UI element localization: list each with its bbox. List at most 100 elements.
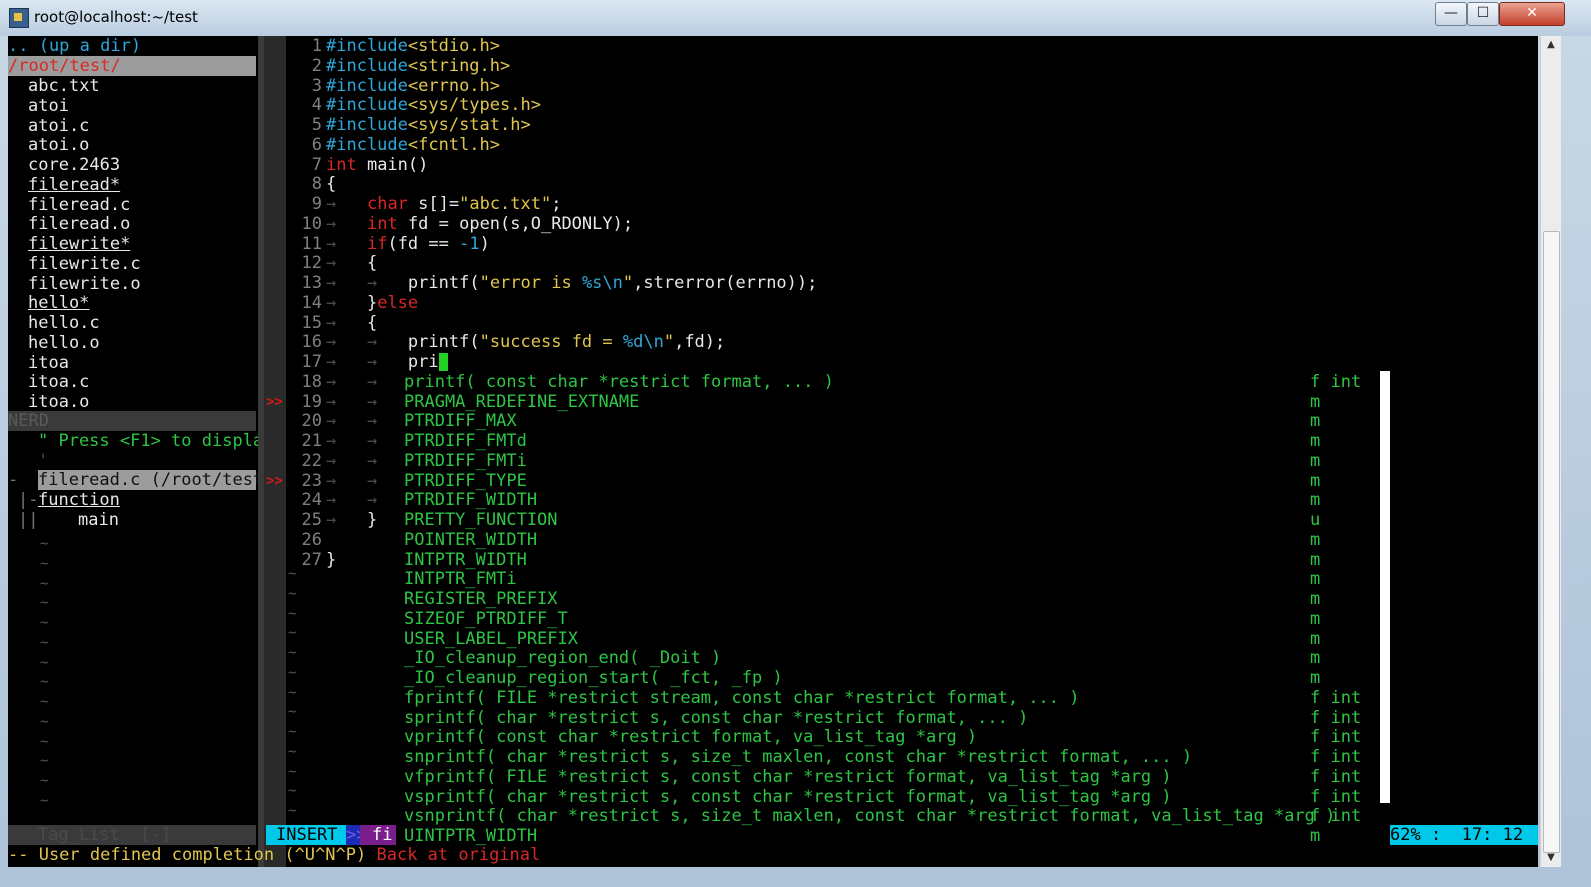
code-line[interactable]: → → printf("error is %s\n",strerror(errn… — [326, 273, 817, 293]
code-token: → — [366, 431, 378, 451]
code-line[interactable]: → { — [326, 253, 377, 273]
completion-item[interactable]: PTRDIFF_TYPE — [404, 471, 527, 491]
nerdtree-file-item[interactable]: itoa.c — [28, 372, 89, 392]
line-number: 23 — [301, 470, 322, 491]
completion-item[interactable]: printf( const char *restrict format, ...… — [404, 372, 834, 392]
code-line[interactable]: → → pri — [326, 352, 448, 372]
nerdtree-taglist-pane[interactable]: .. (up a dir) /root/test/ abc.txt atoi ato… — [8, 36, 258, 867]
maximize-button[interactable]: ☐ — [1467, 2, 1499, 26]
nerdtree-file-item[interactable]: abc.txt — [28, 76, 100, 96]
code-line[interactable]: → int fd = open(s,O_RDONLY); — [326, 214, 633, 234]
completion-item[interactable]: snprintf( char *restrict s, size_t maxle… — [404, 747, 1192, 767]
error-sign-icon[interactable]: >> — [266, 471, 286, 491]
nerdtree-file-item[interactable]: core.2463 — [28, 155, 120, 175]
completion-item[interactable]: PTRDIFF_WIDTH — [404, 490, 537, 510]
nerdtree-file-item[interactable]: filewrite.o — [28, 274, 141, 294]
minimize-button[interactable]: — — [1435, 2, 1467, 26]
taglist-tag-main[interactable]: main — [78, 510, 119, 530]
nerdtree-file-item[interactable]: hello.o — [28, 333, 100, 353]
nerdtree-file-item[interactable]: fileread.o — [28, 214, 130, 234]
code-line[interactable]: → if(fd == -1) — [326, 234, 490, 254]
nerdtree-file-item[interactable]: atoi.o — [28, 135, 89, 155]
close-button[interactable]: ✕ — [1499, 2, 1565, 26]
tilde-marker: ~ — [40, 634, 49, 651]
nerdtree-file-item[interactable]: itoa — [28, 353, 69, 373]
code-line[interactable]: → → — [326, 451, 377, 471]
tilde-marker: ~ — [40, 753, 49, 770]
nerdtree-up-dir[interactable]: .. (up a dir) — [8, 36, 141, 56]
nerdtree-file-item[interactable]: fileread.c — [28, 195, 130, 215]
completion-item[interactable]: USER_LABEL_PREFIX — [404, 629, 578, 649]
code-line[interactable]: → { — [326, 313, 377, 333]
code-line[interactable]: → } — [326, 510, 377, 530]
code-line[interactable]: #include<string.h> — [326, 56, 510, 76]
taglist-file[interactable]: fileread.c (/root/test — [38, 470, 258, 490]
completion-item[interactable]: INTPTR_WIDTH — [404, 550, 527, 570]
completion-item[interactable]: _IO_cleanup_region_start( _fct, _fp ) — [404, 668, 783, 688]
completion-item[interactable]: vsnprintf( char *restrict s, size_t maxl… — [404, 806, 1335, 826]
completion-item[interactable]: SIZEOF_PTRDIFF_T — [404, 609, 568, 629]
code-line[interactable]: → → — [326, 490, 377, 510]
line-number: 3 — [311, 75, 322, 96]
completion-kind: m — [1310, 450, 1321, 471]
window-scrollbar[interactable]: ▲ ▼ — [1540, 36, 1561, 867]
code-line[interactable]: → → printf("success fd = %d\n",fd); — [326, 332, 725, 352]
nerdtree-file-item[interactable]: hello.c — [28, 313, 100, 333]
code-line[interactable]: { — [326, 174, 336, 194]
scroll-thumb[interactable] — [1543, 231, 1560, 853]
code-line[interactable]: int main() — [326, 155, 428, 175]
code-line[interactable]: → → — [326, 392, 377, 412]
nerdtree-file-item[interactable]: fileread* — [10, 175, 120, 195]
code-line[interactable]: #include<errno.h> — [326, 76, 500, 96]
completion-item[interactable]: fprintf( FILE *restrict stream, const ch… — [404, 688, 1080, 708]
taglist-group-function[interactable]: function — [38, 490, 120, 510]
completion-item[interactable]: POINTER_WIDTH — [404, 530, 537, 550]
code-token: <errno.h> — [407, 75, 501, 96]
completion-item[interactable]: PTRDIFF_FMTi — [404, 451, 527, 471]
tilde-marker: ~ — [40, 654, 49, 671]
completion-item[interactable]: sprintf( char *restrict s, const char *r… — [404, 708, 1028, 728]
completion-item[interactable]: INTPTR_FMTi — [404, 569, 517, 589]
nerdtree-file-item[interactable]: filewrite* — [10, 234, 130, 254]
nerdtree-file-item[interactable]: hello* — [10, 293, 89, 313]
completion-item[interactable]: PTRDIFF_FMTd — [404, 431, 527, 451]
scroll-down-arrow-icon[interactable]: ▼ — [1541, 849, 1561, 867]
code-line[interactable]: #include<fcntl.h> — [326, 135, 500, 155]
code-line[interactable]: → → — [326, 411, 377, 431]
nerdtree-statusline-text: NERD — [8, 411, 49, 431]
code-line[interactable]: → → — [326, 471, 377, 491]
completion-item[interactable]: PRAGMA_REDEFINE_EXTNAME — [404, 392, 639, 412]
nerdtree-file-item[interactable]: atoi.c — [28, 116, 89, 136]
completion-item[interactable]: PTRDIFF_MAX — [404, 411, 517, 431]
completion-item[interactable]: vfprintf( FILE *restrict s, const char *… — [404, 767, 1172, 787]
nerdtree-file-item[interactable]: filewrite.c — [28, 254, 141, 274]
nerdtree-current-path[interactable]: /root/test/ — [8, 56, 256, 76]
error-sign-icon[interactable]: >> — [266, 392, 286, 412]
code-line[interactable]: } — [326, 550, 336, 570]
nerdtree-file-item[interactable]: atoi — [28, 96, 69, 116]
code-line[interactable]: → → — [326, 372, 377, 392]
completion-item[interactable]: vsprintf( char *restrict s, const char *… — [404, 787, 1172, 807]
code-line[interactable]: → }else — [326, 293, 418, 313]
completion-kind: f int — [1310, 766, 1362, 787]
completion-item[interactable]: vprintf( const char *restrict format, va… — [404, 727, 977, 747]
nerdtree-file-item[interactable]: itoa.o — [28, 392, 89, 412]
scroll-up-arrow-icon[interactable]: ▲ — [1541, 36, 1561, 54]
completion-scrollbar[interactable] — [1380, 371, 1390, 803]
title-bar[interactable]: root@localhost:~/test — ☐ ✕ — [0, 0, 1591, 36]
completion-item[interactable]: UINTPTR_WIDTH — [404, 826, 537, 846]
completion-item[interactable]: REGISTER_PREFIX — [404, 589, 558, 609]
taglist-fold-marker[interactable]: - — [8, 470, 18, 490]
code-token: → — [326, 431, 337, 451]
code-line[interactable]: #include<sys/stat.h> — [326, 115, 531, 135]
code-line[interactable]: → char s[]="abc.txt"; — [326, 194, 561, 214]
code-line[interactable]: #include<stdio.h> — [326, 36, 500, 56]
vim-terminal[interactable]: .. (up a dir) /root/test/ abc.txt atoi ato… — [8, 36, 1538, 867]
code-line[interactable]: #include<sys/types.h> — [326, 95, 541, 115]
completion-item[interactable]: _IO_cleanup_region_end( _Doit ) — [404, 648, 721, 668]
code-line[interactable]: → → — [326, 431, 377, 451]
tilde-marker: ~ — [288, 724, 297, 740]
completion-item[interactable]: PRETTY_FUNCTION — [404, 510, 558, 530]
